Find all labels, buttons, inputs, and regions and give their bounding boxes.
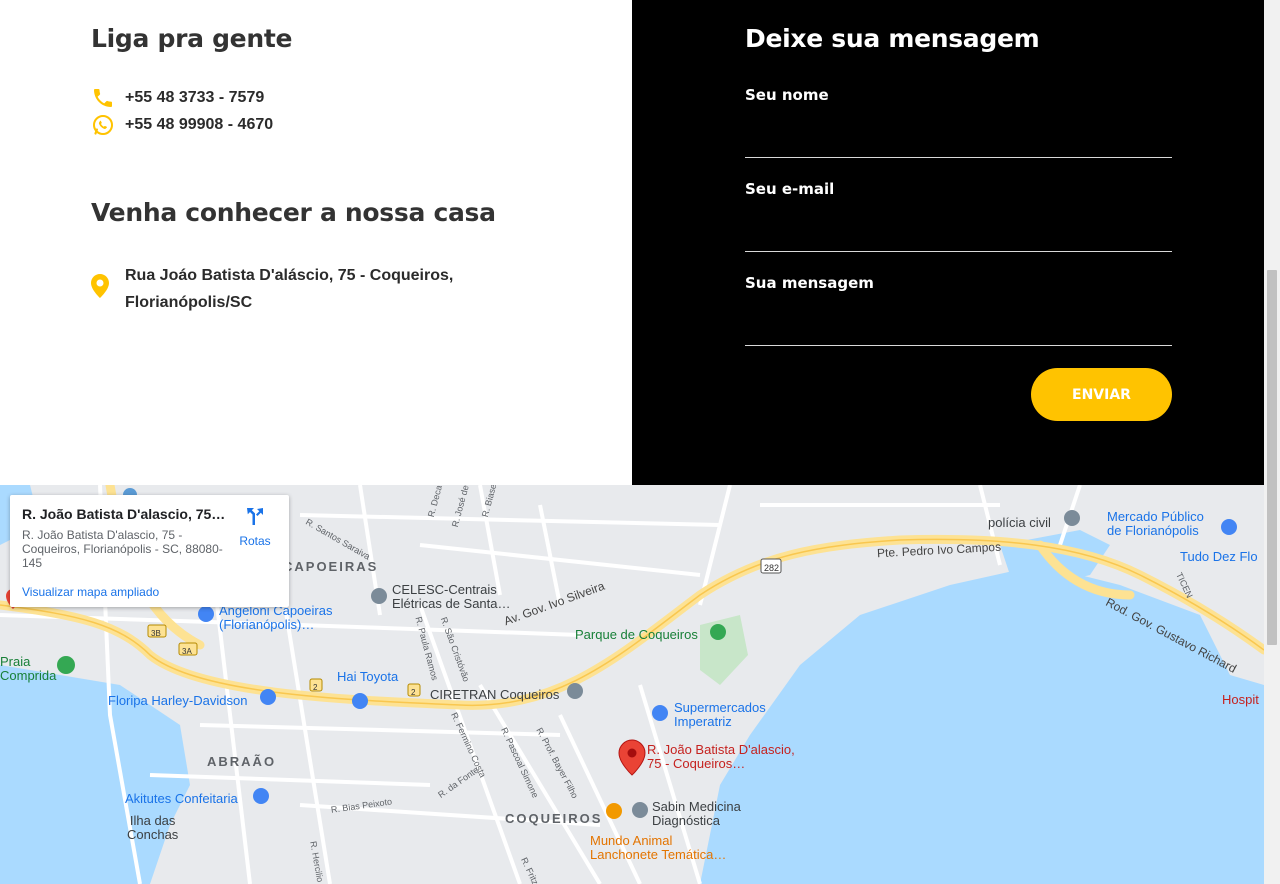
map-label-sabin[interactable]: Sabin Medicina Diagnóstica: [652, 800, 741, 828]
phone-item-landline[interactable]: +55 48 3733 - 7579: [91, 86, 264, 110]
contact-section: Liga pra gente +55 48 3733 - 7579 +55 48…: [0, 0, 632, 485]
map-label-ilha-conchas: Ilha das Conchas: [127, 813, 179, 842]
map-route-3a: 3A: [182, 647, 192, 656]
address-item: Rua Joáo Batista D'aláscio, 75 - Coqueir…: [91, 262, 485, 316]
map-info-card: R. João Batista D'alascio, 75 - … R. Joã…: [10, 495, 289, 607]
form-title: Deixe sua mensagem: [745, 24, 1040, 53]
name-input[interactable]: [745, 118, 1172, 158]
name-label: Seu nome: [745, 86, 829, 104]
map-label-tudo-dez[interactable]: Tudo Dez Flo: [1180, 550, 1258, 564]
address-text: Rua Joáo Batista D'aláscio, 75 - Coqueir…: [125, 267, 454, 311]
map-label-supermercados[interactable]: Supermercados Imperatriz: [674, 701, 766, 729]
map-label-ciretran[interactable]: CIRETRAN Coqueiros: [430, 688, 559, 702]
map-label-hai-toyota[interactable]: Hai Toyota: [337, 670, 398, 684]
location-pin-icon: [91, 274, 111, 316]
send-button[interactable]: ENVIAR: [1031, 368, 1172, 421]
map-route-2-west: 2: [313, 683, 318, 692]
message-field-group: Sua mensagem: [745, 274, 1172, 346]
email-input[interactable]: [745, 212, 1172, 252]
email-label: Seu e-mail: [745, 180, 835, 198]
map-label-marker[interactable]: R. João Batista D'alascio, 75 - Coqueiro…: [647, 743, 795, 771]
map-route-3b: 3B: [151, 629, 161, 638]
message-input[interactable]: [745, 306, 1172, 346]
phone-item-whatsapp[interactable]: +55 48 99908 - 4670: [91, 113, 273, 137]
phone-icon: [91, 86, 115, 110]
name-field-group: Seu nome: [745, 86, 1172, 158]
map-label-akitutes[interactable]: Akitutes Confeitaria: [125, 792, 238, 806]
map-label-mundo-animal[interactable]: Mundo Animal Lanchonete Temática…: [590, 834, 726, 862]
whatsapp-number: +55 48 99908 - 4670: [125, 116, 274, 133]
directions-label: Rotas: [239, 534, 271, 548]
map-label-mercado[interactable]: Mercado Público de Florianópolis: [1107, 510, 1204, 538]
view-larger-map-link[interactable]: Visualizar mapa ampliado: [22, 585, 159, 599]
map-label-coqueiros: COQUEIROS: [505, 811, 603, 826]
message-form-panel: Deixe sua mensagem Seu nome Seu e-mail S…: [632, 0, 1264, 485]
map-label-policia[interactable]: polícia civil: [988, 516, 1051, 530]
page-scrollbar[interactable]: [1264, 0, 1280, 884]
map-label-abraao: ABRAÃO: [207, 754, 277, 769]
directions-icon: [247, 508, 263, 525]
embedded-map[interactable]: CAPOEIRAS ABRAÃO COQUEIROS CELESC-Centra…: [0, 485, 1264, 884]
map-label-harley[interactable]: Floripa Harley-Davidson: [108, 694, 247, 708]
scrollbar-thumb[interactable]: [1267, 270, 1277, 645]
whatsapp-icon: [91, 113, 115, 137]
map-label-praia-comprida[interactable]: Praia Comprida: [0, 655, 56, 683]
map-label-celesc[interactable]: CELESC-Centrais Elétricas de Santa…: [392, 583, 511, 611]
map-label-hospital[interactable]: Hospit: [1222, 693, 1259, 707]
phone-number: +55 48 3733 - 7579: [125, 89, 265, 106]
message-label: Sua mensagem: [745, 274, 874, 292]
email-field-group: Seu e-mail: [745, 180, 1172, 252]
map-route-282: 282: [764, 563, 780, 573]
directions-button[interactable]: Rotas: [236, 505, 274, 548]
visit-title: Venha conhecer a nossa casa: [91, 198, 496, 227]
map-label-angeloni[interactable]: Angeloni Capoeiras (Florianópolis)…: [219, 604, 332, 632]
page: Liga pra gente +55 48 3733 - 7579 +55 48…: [0, 0, 1280, 884]
info-card-title: R. João Batista D'alascio, 75 - …: [22, 506, 227, 522]
map-route-2-east: 2: [411, 688, 416, 697]
info-card-address: R. João Batista D'alascio, 75 - Coqueiro…: [22, 528, 223, 570]
call-us-title: Liga pra gente: [91, 24, 293, 53]
map-label-parque[interactable]: Parque de Coqueiros: [575, 628, 698, 642]
